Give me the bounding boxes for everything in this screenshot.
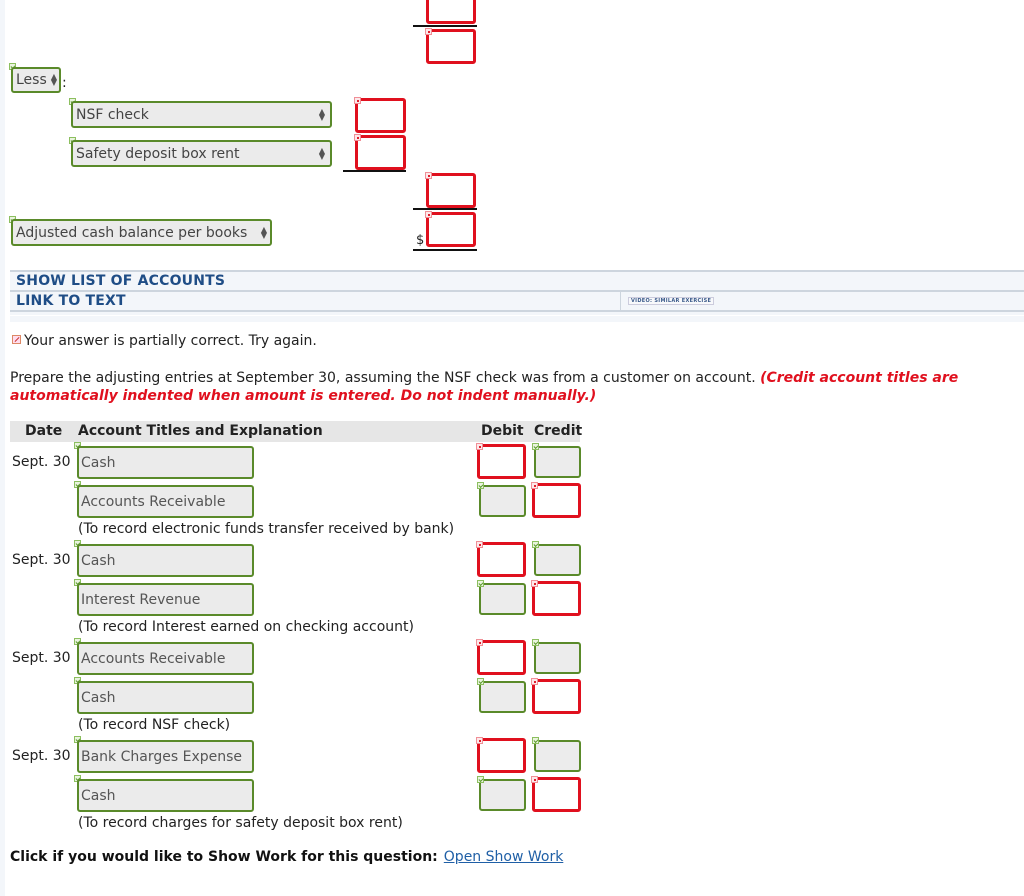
credit-amount-input[interactable] xyxy=(534,642,581,674)
less-select-value: Less xyxy=(16,72,47,88)
balance-input[interactable] xyxy=(426,29,476,64)
partially-correct-icon xyxy=(12,335,21,344)
debit-amount-input[interactable] xyxy=(477,738,526,773)
debit-amount-input[interactable] xyxy=(479,485,526,517)
incorrect-flag-icon xyxy=(425,172,432,179)
entry-explanation: (To record Interest earned on checking a… xyxy=(78,619,414,635)
debit-account-input[interactable]: Accounts Receivable xyxy=(77,642,254,675)
header-date: Date xyxy=(25,423,63,439)
debit-amount-input[interactable] xyxy=(479,583,526,615)
select-arrows-icon: ▲ ▼ xyxy=(50,72,57,87)
debit-account-input[interactable]: Cash xyxy=(77,544,254,577)
debit-amount-input[interactable] xyxy=(477,640,526,675)
debit-amount-input[interactable] xyxy=(477,542,526,577)
incorrect-flag-icon xyxy=(531,482,538,489)
underline xyxy=(413,25,477,27)
incorrect-flag-icon xyxy=(354,134,361,141)
entry-explanation: (To record NSF check) xyxy=(78,717,231,733)
adjusted-balance-select[interactable]: Adjusted cash balance per books ▲ ▼ xyxy=(11,219,272,246)
credit-amount-input[interactable] xyxy=(532,777,581,812)
entry-explanation: (To record electronic funds transfer rec… xyxy=(78,521,455,537)
open-show-work-link[interactable]: Open Show Work xyxy=(444,849,564,865)
correct-flag-icon xyxy=(532,639,539,646)
safety-deposit-select-value: Safety deposit box rent xyxy=(76,145,240,162)
credit-account-input[interactable]: Interest Revenue xyxy=(77,583,254,616)
nsf-check-select[interactable]: NSF check ▲ ▼ xyxy=(71,101,332,128)
entry-date: Sept. 30 xyxy=(12,748,71,764)
debit-account-input[interactable]: Cash xyxy=(77,446,254,479)
less-select[interactable]: Less ▲ ▼ xyxy=(11,67,61,93)
credit-amount-input[interactable] xyxy=(534,544,581,576)
underline xyxy=(343,170,406,172)
select-arrows-icon: ▲ ▼ xyxy=(260,224,267,240)
show-list-of-accounts-button[interactable]: SHOW LIST OF ACCOUNTS xyxy=(16,273,225,289)
divider xyxy=(620,292,621,312)
less-colon: : xyxy=(62,75,67,91)
credit-amount-input[interactable] xyxy=(532,483,581,518)
video-similar-exercise-button[interactable]: VIDEO: SIMILAR EXERCISE xyxy=(628,297,715,305)
credit-account-input[interactable]: Accounts Receivable xyxy=(77,485,254,518)
show-work-prompt: Click if you would like to Show Work for… xyxy=(10,849,438,865)
incorrect-flag-icon xyxy=(476,737,483,744)
entry-date: Sept. 30 xyxy=(12,552,71,568)
credit-account-input[interactable]: Cash xyxy=(77,681,254,714)
select-arrows-icon: ▲ ▼ xyxy=(318,145,325,161)
correct-flag-icon xyxy=(532,737,539,744)
underline xyxy=(413,208,477,210)
debit-account-input[interactable]: Bank Charges Expense xyxy=(77,740,254,773)
incorrect-flag-icon xyxy=(531,776,538,783)
credit-amount-input[interactable] xyxy=(532,581,581,616)
correct-flag-icon xyxy=(477,678,484,685)
incorrect-flag-icon xyxy=(425,28,432,35)
credit-account-input[interactable]: Cash xyxy=(77,779,254,812)
incorrect-flag-icon xyxy=(425,211,432,218)
adjusted-balance-select-value: Adjusted cash balance per books xyxy=(16,224,248,241)
correct-flag-icon xyxy=(532,443,539,450)
debit-amount-input[interactable] xyxy=(477,444,526,479)
safety-deposit-select[interactable]: Safety deposit box rent ▲ ▼ xyxy=(71,140,332,167)
incorrect-flag-icon xyxy=(476,443,483,450)
incorrect-flag-icon xyxy=(531,678,538,685)
feedback-message: Your answer is partially correct. Try ag… xyxy=(12,333,317,349)
header-debit: Debit xyxy=(481,423,524,439)
correct-flag-icon xyxy=(477,580,484,587)
incorrect-flag-icon xyxy=(354,97,361,104)
left-page-strip xyxy=(0,0,5,896)
show-work-row: Click if you would like to Show Work for… xyxy=(10,849,563,865)
safety-deposit-amount-input[interactable] xyxy=(355,135,406,170)
incorrect-flag-icon xyxy=(476,541,483,548)
correct-flag-icon xyxy=(477,776,484,783)
resources-toolbar: SHOW LIST OF ACCOUNTS LINK TO TEXT VIDEO… xyxy=(10,270,1024,315)
journal-table-header: Date Account Titles and Explanation Debi… xyxy=(10,421,583,442)
instructions-text: Prepare the adjusting entries at Septemb… xyxy=(10,370,761,386)
separator xyxy=(10,316,1024,322)
credit-amount-input[interactable] xyxy=(534,740,581,772)
dollar-sign: $ xyxy=(416,233,425,248)
entry-date: Sept. 30 xyxy=(12,454,71,470)
incorrect-flag-icon xyxy=(476,639,483,646)
link-to-text-button[interactable]: LINK TO TEXT xyxy=(16,293,126,309)
instructions: Prepare the adjusting entries at Septemb… xyxy=(10,369,1010,405)
credit-amount-input[interactable] xyxy=(534,446,581,478)
correct-flag-icon xyxy=(532,541,539,548)
underline xyxy=(413,249,477,251)
correct-flag-icon xyxy=(477,482,484,489)
header-credit: Credit xyxy=(534,423,583,439)
total-deductions-input[interactable] xyxy=(426,173,476,208)
incorrect-flag-icon xyxy=(531,580,538,587)
feedback-text: Your answer is partially correct. Try ag… xyxy=(24,333,317,349)
debit-amount-input[interactable] xyxy=(479,681,526,713)
credit-amount-input[interactable] xyxy=(532,679,581,714)
nsf-check-amount-input[interactable] xyxy=(355,98,406,133)
entry-explanation: (To record charges for safety deposit bo… xyxy=(78,815,403,831)
top-total-input[interactable] xyxy=(426,0,476,24)
nsf-check-select-value: NSF check xyxy=(76,106,149,123)
debit-amount-input[interactable] xyxy=(479,779,526,811)
select-arrows-icon: ▲ ▼ xyxy=(318,106,325,122)
adjusted-balance-input[interactable] xyxy=(426,212,476,247)
entry-date: Sept. 30 xyxy=(12,650,71,666)
header-account: Account Titles and Explanation xyxy=(78,423,323,439)
